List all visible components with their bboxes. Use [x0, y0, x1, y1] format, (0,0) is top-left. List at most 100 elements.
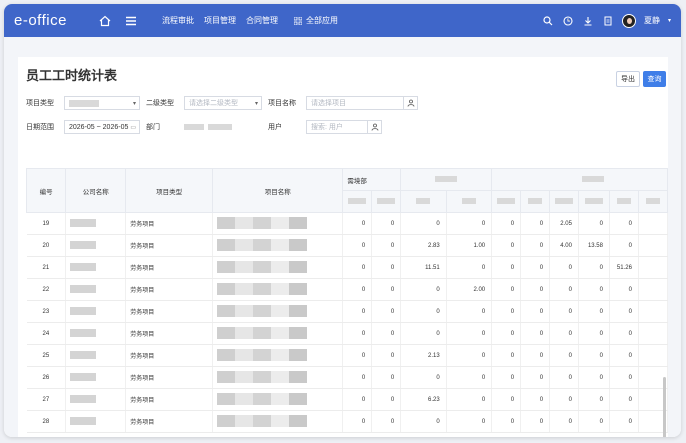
page-area: 员工工时统计表 导出 查询 项目类型 ▾ 二级类型 请选择二级类型 ▾ 项目名称 …: [4, 37, 681, 437]
type-cell: 劳务项目: [125, 278, 214, 301]
table-row[interactable]: 21 劳务项目 0 0 11.51 0 0 0 0 0 51.26: [26, 256, 668, 279]
hours-cell: 0: [578, 212, 610, 235]
type-cell: 劳务项目: [125, 300, 214, 323]
hours-cell: 0: [609, 278, 639, 301]
project-picker-button[interactable]: [404, 96, 418, 110]
hours-cell: 0: [578, 278, 610, 301]
clock-icon[interactable]: [562, 15, 574, 27]
hours-cell: 6.23: [400, 388, 447, 411]
table-row[interactable]: 26 劳务项目 0 0 0 0 0 0 0 0 0: [26, 366, 668, 389]
date-range-input[interactable]: 2026-05 ~ 2026-05 ▭: [64, 120, 140, 134]
hours-cell: 0: [371, 344, 402, 367]
col-header-type: 项目类型: [125, 168, 214, 213]
export-button[interactable]: 导出: [616, 71, 640, 87]
search-icon[interactable]: [542, 15, 554, 27]
hours-cell: 0: [446, 366, 493, 389]
table-row[interactable]: 25 劳务项目 0 0 2.13 0 0 0 0 0 0: [26, 344, 668, 367]
hours-cell: 0: [371, 300, 402, 323]
hours-cell: 0: [491, 410, 522, 433]
type-cell: 劳务项目: [125, 322, 214, 345]
hours-cell: 0: [371, 322, 402, 345]
hours-cell: 0: [342, 256, 373, 279]
hours-cell: 0: [446, 212, 493, 235]
table-row[interactable]: 27 劳务项目 0 0 6.23 0 0 0 0 0 0: [26, 388, 668, 411]
company-cell: [65, 212, 127, 235]
nav-item-contracts[interactable]: 合同管理: [244, 15, 280, 26]
menu-icon[interactable]: [124, 14, 138, 28]
hours-cell: 13.58: [578, 234, 610, 257]
type-cell: 劳务项目: [125, 344, 214, 367]
hours-cell: 0: [371, 256, 402, 279]
header-tools: 夏静 ▾: [542, 4, 671, 37]
hours-cell: 0: [446, 300, 493, 323]
scrollbar[interactable]: [663, 377, 666, 437]
hours-cell: 0: [578, 410, 610, 433]
row-no: 20: [26, 234, 67, 257]
chevron-down-icon[interactable]: ▾: [668, 17, 671, 24]
hours-cell: 11.51: [400, 256, 447, 279]
main-nav: 流程审批 项目管理 合同管理: [160, 15, 280, 26]
project-name-cell: [212, 212, 344, 235]
nav-item-projects[interactable]: 项目管理: [202, 15, 238, 26]
table-row[interactable]: 19 劳务项目 0 0 0 0 0 0 2.05 0 0: [26, 212, 668, 235]
hours-cell: 0: [578, 344, 610, 367]
table-row[interactable]: 22 劳务项目 0 0 0 2.00 0 0 0 0 0: [26, 278, 668, 301]
hours-cell: 0: [520, 300, 551, 323]
user-name[interactable]: 夏静: [644, 15, 660, 26]
hours-cell: 0: [578, 300, 610, 323]
hours-cell: 0: [371, 366, 402, 389]
hours-cell: 0: [400, 212, 447, 235]
project-name-cell: [212, 344, 344, 367]
table-row[interactable]: 23 劳务项目 0 0 0 0 0 0 0 0 0: [26, 300, 668, 323]
download-icon[interactable]: [582, 15, 594, 27]
row-no: 28: [26, 410, 67, 433]
project-type-label: 项目类型: [26, 100, 54, 107]
project-type-select[interactable]: ▾: [64, 96, 140, 110]
table-row[interactable]: 20 劳务项目 0 0 2.83 1.00 0 0 4.00 13.58 0: [26, 234, 668, 257]
hours-cell: 0: [342, 300, 373, 323]
hours-cell: 0: [578, 322, 610, 345]
project-name-cell: [212, 388, 344, 411]
hours-cell: 0: [342, 322, 373, 345]
row-no: 23: [26, 300, 67, 323]
home-icon[interactable]: [98, 14, 112, 28]
hours-cell: 0: [520, 278, 551, 301]
type-cell: 劳务项目: [125, 234, 214, 257]
user-search-input[interactable]: 搜索: 用户: [306, 120, 368, 134]
project-name-input[interactable]: 请选择项目: [306, 96, 404, 110]
hours-cell: 0: [371, 234, 402, 257]
query-button[interactable]: 查询: [643, 71, 666, 87]
hours-cell: 0: [371, 278, 402, 301]
company-cell: [65, 322, 127, 345]
hours-cell: 0: [400, 322, 447, 345]
hours-cell: 0: [491, 300, 522, 323]
top-navigation-bar: e-office 流程审批 项目管理 合同管理 全部应用 夏静 ▾: [4, 4, 681, 37]
row-no: 26: [26, 366, 67, 389]
hours-cell: 0: [549, 388, 579, 411]
hours-cell: 0: [609, 388, 639, 411]
hours-cell: 0: [371, 388, 402, 411]
all-apps-button[interactable]: 全部应用: [294, 15, 338, 26]
user-picker-button[interactable]: [368, 120, 382, 134]
hours-cell: 51.26: [609, 256, 639, 279]
hours-cell: 0: [342, 388, 373, 411]
company-cell: [65, 366, 127, 389]
document-icon[interactable]: [602, 15, 614, 27]
avatar[interactable]: [621, 13, 636, 28]
table-row[interactable]: 24 劳务项目 0 0 0 0 0 0 0 0 0: [26, 322, 668, 345]
hours-cell: 0: [549, 256, 579, 279]
hours-cell: 0: [520, 256, 551, 279]
dept-select[interactable]: [184, 120, 262, 134]
hours-cell: 0: [549, 300, 579, 323]
hours-cell: 0: [609, 300, 639, 323]
person-icon: [371, 123, 378, 131]
table-row[interactable]: 28 劳务项目 0 0 0 0 0 0 0 0 0: [26, 410, 668, 433]
hours-cell: 0: [400, 278, 447, 301]
company-cell: [65, 256, 127, 279]
hours-cell: 0: [578, 366, 610, 389]
filter-panel: 项目类型 ▾ 二级类型 请选择二级类型 ▾ 项目名称 请选择项目 日期范围 202…: [26, 95, 418, 143]
nav-item-workflow[interactable]: 流程审批: [160, 15, 196, 26]
hours-cell: 0: [491, 344, 522, 367]
sub-type-select[interactable]: 请选择二级类型 ▾: [184, 96, 262, 110]
hours-cell: 0: [371, 212, 402, 235]
